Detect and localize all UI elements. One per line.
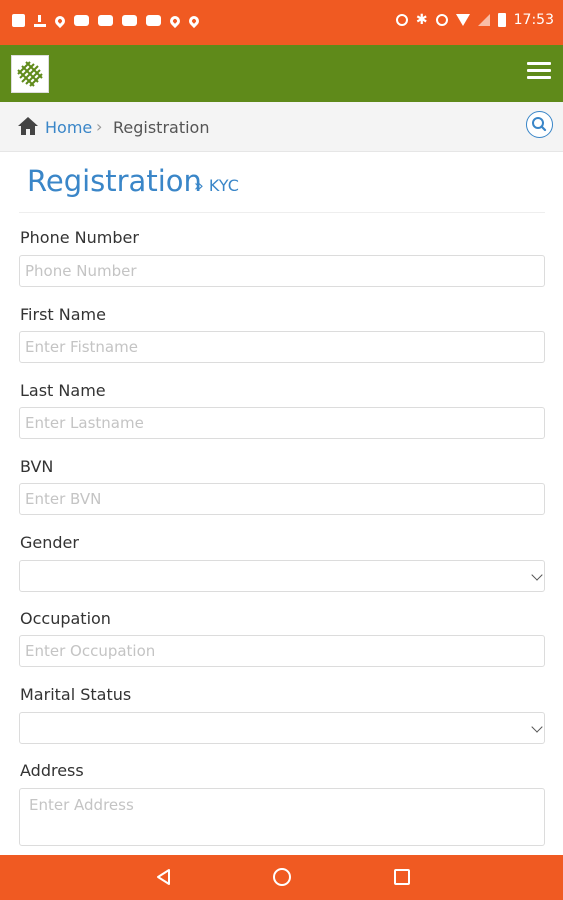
last-name-label: Last Name [20,381,106,400]
occupation-field[interactable] [19,635,545,667]
recents-icon[interactable] [394,869,410,885]
home-icon[interactable] [17,116,39,136]
occupation-label: Occupation [20,609,111,628]
youtube-icon [74,15,89,26]
phone-number-field[interactable] [19,255,545,287]
notification-icons [12,13,202,28]
location-icon [186,13,202,28]
hamburger-menu-icon[interactable] [527,62,551,82]
clock: 17:53 [513,12,554,28]
location-icon [52,13,68,28]
wifi-icon [455,14,470,26]
app-logo-icon[interactable] [11,55,49,93]
image-icon [12,14,25,27]
gender-select[interactable] [19,560,545,592]
marital-status-label: Marital Status [20,685,132,704]
youtube-icon [98,15,113,26]
first-name-field[interactable] [19,331,545,363]
breadcrumb-separator: › [96,117,103,136]
signal-icon [477,14,490,26]
breadcrumb-current: Registration [113,118,210,137]
breadcrumb: Home › Registration [0,102,563,152]
bluetooth-icon: ✱ [415,12,428,28]
back-icon[interactable] [155,868,173,886]
search-icon[interactable] [526,111,553,138]
marital-status-select[interactable] [19,712,545,744]
location-icon [167,13,183,28]
youtube-icon [122,15,137,26]
youtube-icon [146,15,161,26]
address-field[interactable] [19,788,545,846]
system-nav-bar [0,855,563,900]
bvn-label: BVN [20,457,54,476]
title-divider [19,212,545,213]
page-subtitle: » KYC [194,176,239,195]
download-icon [34,14,46,27]
data-saver-icon [395,14,408,26]
phone-label: Phone Number [20,228,139,247]
home-circle-icon[interactable] [273,868,291,886]
breadcrumb-home-link[interactable]: Home [45,118,92,137]
last-name-field[interactable] [19,407,545,439]
app-bar [0,45,563,102]
alarm-icon [435,14,448,26]
page-title: Registration [27,164,202,198]
first-name-label: First Name [20,305,106,324]
battery-icon [497,13,506,27]
address-label: Address [20,761,84,780]
system-icons: ✱ 17:53 [395,12,554,28]
status-bar: ✱ 17:53 [0,0,563,45]
gender-label: Gender [20,533,79,552]
bvn-field[interactable] [19,483,545,515]
